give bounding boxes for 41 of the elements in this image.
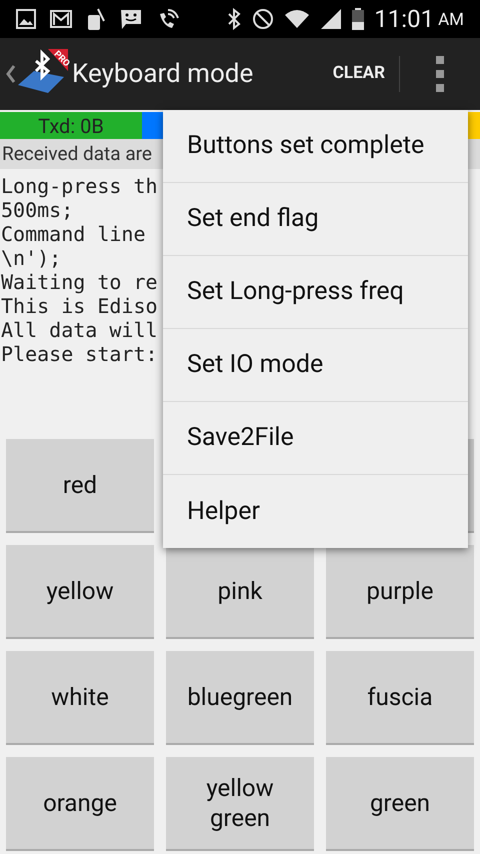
- clock-time: 11:01: [374, 4, 434, 35]
- keyboard-button[interactable]: green: [326, 757, 474, 851]
- console-line: All data will: [1, 318, 158, 342]
- console-line: \n');: [1, 246, 62, 270]
- menu-item[interactable]: Set Long-press freq: [163, 256, 468, 329]
- console-line: 500ms;: [1, 198, 74, 222]
- keyboard-button[interactable]: bluegreen: [166, 651, 314, 745]
- console-line: Please start:: [1, 342, 158, 366]
- tag-icon: [86, 7, 106, 31]
- clock-period: AM: [438, 8, 464, 32]
- keyboard-button[interactable]: white: [6, 651, 154, 745]
- menu-item[interactable]: Set end flag: [163, 183, 468, 256]
- console-line: This is Ediso: [1, 294, 158, 318]
- console-line: Command line: [1, 222, 146, 246]
- keyboard-button[interactable]: pink: [166, 545, 314, 639]
- back-chevron-icon: [6, 64, 16, 84]
- battery-icon: [352, 8, 364, 30]
- chat-icon: [120, 8, 142, 30]
- bluetooth-icon: [226, 8, 242, 30]
- clear-button[interactable]: CLEAR: [318, 44, 399, 104]
- keyboard-button[interactable]: red: [6, 439, 154, 533]
- keyboard-button[interactable]: purple: [326, 545, 474, 639]
- wifi-icon: [284, 9, 310, 29]
- blocked-icon: [252, 8, 274, 30]
- menu-item[interactable]: Save2File: [163, 402, 468, 475]
- screen-title: Keyboard mode: [72, 58, 254, 90]
- console-line: Waiting to re: [1, 270, 158, 294]
- cell-signal-icon: [320, 8, 342, 30]
- menu-item[interactable]: Set IO mode: [163, 329, 468, 402]
- image-icon: [16, 9, 36, 29]
- received-header: Received data are: [2, 140, 152, 167]
- more-icon: [436, 56, 444, 92]
- menu-item[interactable]: Buttons set complete: [163, 110, 468, 183]
- keyboard-button[interactable]: fuscia: [326, 651, 474, 745]
- mail-icon: [50, 9, 72, 29]
- keyboard-button[interactable]: orange: [6, 757, 154, 851]
- menu-item[interactable]: Helper: [163, 475, 468, 548]
- console-line: Long-press th: [1, 174, 158, 198]
- keyboard-button[interactable]: yellow: [6, 545, 154, 639]
- keyboard-button[interactable]: yellow green: [166, 757, 314, 851]
- txd-counter: Txd: 0B: [38, 112, 104, 140]
